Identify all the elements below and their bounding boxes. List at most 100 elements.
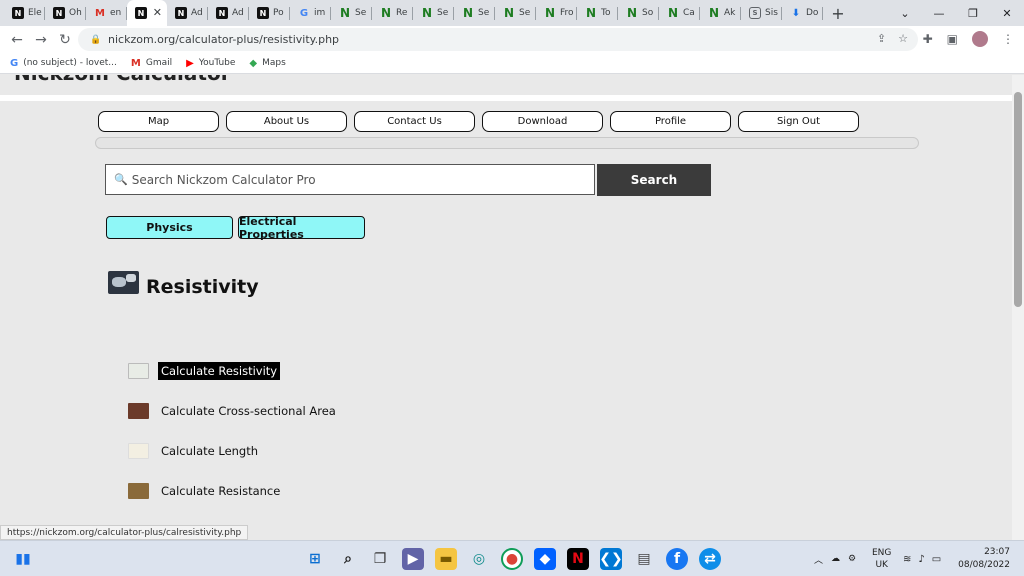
extensions-icon[interactable]: ✚	[923, 32, 933, 46]
calculator-link-resistivity[interactable]: Calculate Resistivity	[128, 362, 281, 380]
new-tab-button[interactable]: +	[827, 0, 849, 26]
cloud-off-icon[interactable]: ☁	[831, 554, 840, 564]
calculator-link-length[interactable]: Calculate Length	[128, 442, 261, 460]
calculator-link-resistance[interactable]: Calculate Resistance	[128, 482, 283, 500]
battery-icon: ▭	[931, 553, 942, 565]
tab[interactable]: N Fro	[536, 0, 577, 26]
menu-map-button[interactable]: Map	[98, 111, 219, 132]
menu-contact-button[interactable]: Contact Us	[354, 111, 475, 132]
forward-icon[interactable]: →	[30, 29, 52, 51]
back-icon[interactable]: ←	[6, 29, 28, 51]
tab[interactable]: N Po	[249, 0, 290, 26]
netflix-icon[interactable]: N	[567, 548, 589, 570]
tab[interactable]: N Se	[413, 0, 454, 26]
menu-download-button[interactable]: Download	[482, 111, 603, 132]
resistivity-icon	[108, 271, 139, 294]
notepad-icon[interactable]: ▤	[633, 548, 655, 570]
clock[interactable]: 23:07 08/08/2022	[958, 546, 1010, 572]
volume-icon: ♪	[918, 553, 925, 565]
file-explorer-icon[interactable]: ▬	[435, 548, 457, 570]
site-title[interactable]: Nickzom Calculator	[14, 75, 231, 85]
wifi-icon: ≋	[903, 553, 912, 565]
tab[interactable]: N So	[618, 0, 659, 26]
task-view-icon[interactable]: ❐	[369, 548, 391, 570]
gmail-icon: M	[130, 57, 141, 69]
dropbox-icon[interactable]: ◆	[534, 548, 556, 570]
maps-icon: ◆	[249, 57, 258, 69]
resistance-icon	[128, 483, 149, 499]
facebook-icon[interactable]: f	[666, 548, 688, 570]
resistor-icon	[128, 363, 149, 379]
tab[interactable]: Gim	[290, 0, 331, 26]
vscode-icon[interactable]: ❮❯	[599, 548, 623, 570]
category-electrical-button[interactable]: Electrical Properties	[238, 215, 365, 241]
menu-about-button[interactable]: About Us	[226, 111, 347, 132]
bookmark-star-icon[interactable]: ☆	[898, 32, 908, 45]
bookmark-item[interactable]: G (no subject) - lovet...	[10, 58, 117, 69]
cross-section-icon	[128, 403, 149, 419]
profile-avatar[interactable]	[972, 31, 988, 47]
tab[interactable]: N Ele	[4, 0, 45, 26]
gmail-icon: M	[95, 7, 105, 19]
tab[interactable]: N Oh	[45, 0, 86, 26]
widgets-icon[interactable]: ▮▮	[12, 548, 34, 570]
minimize-icon[interactable]: —	[922, 0, 956, 26]
search-taskbar-icon[interactable]: ⌕	[337, 548, 359, 570]
address-bar[interactable]: 🔒 nickzom.org/calculator-plus/resistivit…	[78, 28, 918, 51]
n-icon: N	[626, 6, 638, 20]
start-icon[interactable]: ⊞	[304, 548, 326, 570]
nickzom-icon: N	[216, 7, 228, 19]
quick-settings[interactable]: ≋ ♪ ▭	[903, 541, 941, 576]
menu-signout-button[interactable]: Sign Out	[738, 111, 859, 132]
google-icon: G	[10, 57, 19, 69]
teams-chat-icon[interactable]: ▶	[402, 548, 424, 570]
tab-strip: N Ele N Oh Men N ✕ N Ad N Ad N Po Gim N Se N Re …	[0, 0, 1024, 26]
reload-icon[interactable]: ↻	[54, 29, 76, 51]
tab[interactable]: ⬇ Do	[782, 0, 823, 26]
chevron-up-icon[interactable]: ︿	[814, 553, 823, 566]
scrollbar-thumb[interactable]	[1014, 92, 1022, 307]
settings-tray-icon[interactable]: ⚙	[848, 554, 856, 564]
search-button[interactable]: Search	[597, 164, 711, 196]
main-menu: Map About Us Contact Us Download Profile…	[98, 111, 859, 132]
n-icon: N	[380, 6, 392, 20]
nickzom-icon: N	[12, 7, 24, 19]
bookmark-item[interactable]: ◆ Maps	[249, 58, 285, 69]
tab-active[interactable]: N ✕	[127, 0, 167, 26]
restore-icon[interactable]: ❐	[956, 0, 990, 26]
side-panel-icon[interactable]: ▣	[947, 32, 958, 46]
tab[interactable]: N Re	[372, 0, 413, 26]
calculator-link-area[interactable]: Calculate Cross-sectional Area	[128, 402, 339, 420]
tab[interactable]: S Sis	[741, 0, 782, 26]
tab[interactable]: N To	[577, 0, 618, 26]
bookmarks-bar: G (no subject) - lovet... M Gmail ▶ YouTube…	[0, 53, 1024, 74]
ruler-icon	[128, 443, 149, 459]
tab-search-icon[interactable]: ⌄	[888, 0, 922, 26]
close-window-icon[interactable]: ✕	[990, 0, 1024, 26]
menu-profile-button[interactable]: Profile	[610, 111, 731, 132]
tab[interactable]: N Se	[454, 0, 495, 26]
category-physics-button[interactable]: Physics	[106, 216, 233, 239]
edge-icon[interactable]: ◎	[468, 548, 490, 570]
search-input[interactable]: 🔍 Search Nickzom Calculator Pro	[105, 164, 595, 195]
page-scrollbar[interactable]	[1012, 75, 1024, 540]
language-indicator[interactable]: ENG UK	[872, 541, 891, 576]
tab[interactable]: N Se	[331, 0, 372, 26]
nickzom-icon: N	[135, 7, 147, 19]
close-tab-icon[interactable]: ✕	[153, 6, 162, 19]
n-icon: N	[462, 6, 474, 20]
menu-kebab-icon[interactable]: ⋮	[1002, 32, 1014, 46]
tab[interactable]: N Ak	[700, 0, 741, 26]
tab[interactable]: N Ca	[659, 0, 700, 26]
tab[interactable]: N Se	[495, 0, 536, 26]
share-icon[interactable]: ⇪	[877, 32, 886, 45]
header-divider	[0, 95, 1012, 101]
chrome-icon[interactable]: ●	[501, 548, 523, 570]
teamviewer-icon[interactable]: ⇄	[699, 548, 721, 570]
bookmark-item[interactable]: ▶ YouTube	[186, 58, 235, 69]
tab[interactable]: N Ad	[208, 0, 249, 26]
bookmark-item[interactable]: M Gmail	[131, 58, 172, 69]
tab[interactable]: Men	[86, 0, 127, 26]
tab[interactable]: N Ad	[167, 0, 208, 26]
browser-toolbar: ← → ↻ 🔒 nickzom.org/calculator-plus/resi…	[0, 26, 1024, 53]
